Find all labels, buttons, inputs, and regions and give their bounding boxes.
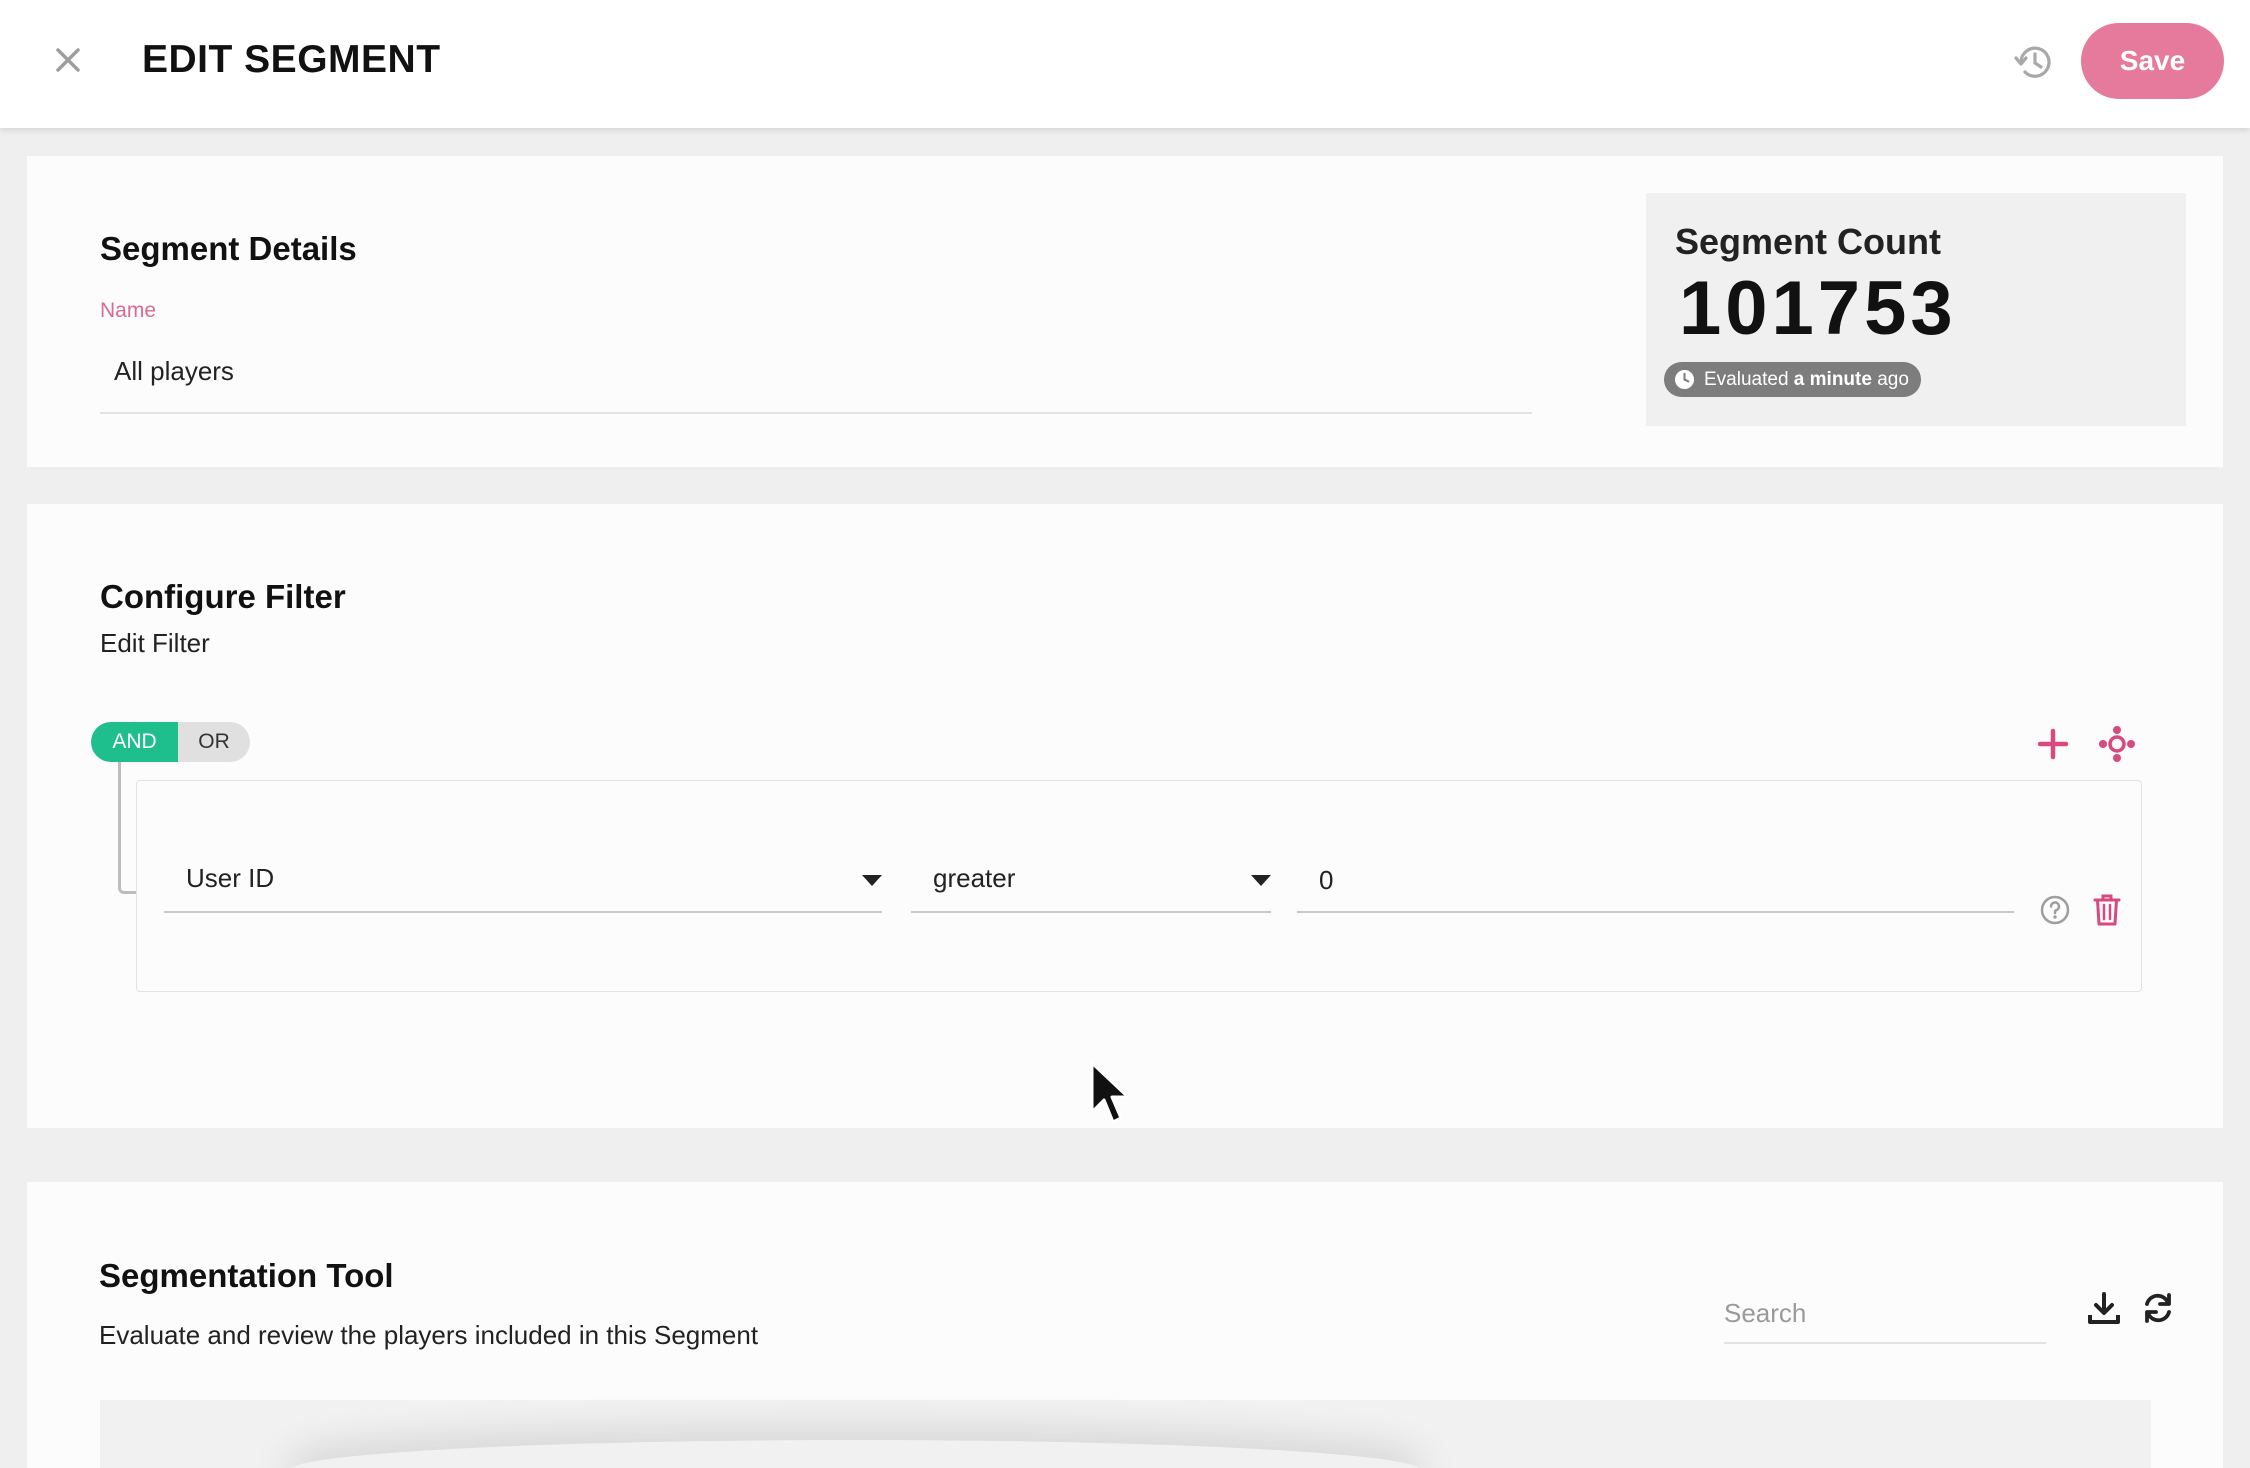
chevron-down-icon [862, 875, 882, 886]
download-button[interactable] [2082, 1286, 2126, 1330]
and-or-toggle: AND OR [91, 722, 250, 762]
evaluated-suffix: ago [1877, 369, 1909, 390]
evaluated-time: a minute [1793, 369, 1872, 390]
segmentation-tool-description: Evaluate and review the players included… [99, 1320, 759, 1350]
results-table-area [100, 1400, 2151, 1468]
group-nodes-icon [2099, 726, 2135, 762]
edit-filter-subtitle: Edit Filter [100, 628, 210, 658]
top-bar: EDIT SEGMENT Save [0, 0, 2250, 128]
add-rule-button[interactable] [2031, 722, 2075, 766]
mouse-cursor-icon [1090, 1061, 1130, 1124]
configure-filter-title: Configure Filter [100, 578, 346, 615]
page-title: EDIT SEGMENT [142, 38, 441, 81]
help-icon [2040, 895, 2070, 925]
close-icon [56, 48, 80, 72]
evaluated-prefix: Evaluated [1704, 369, 1789, 390]
chevron-down-icon [1251, 875, 1271, 886]
segment-details-card: Segment Details Name All players Segment… [27, 156, 2223, 467]
name-label: Name [100, 299, 157, 322]
segment-details-title: Segment Details [100, 230, 357, 267]
refresh-icon [2145, 1293, 2171, 1323]
configure-filter-card: Configure Filter Edit Filter AND OR User… [27, 504, 2223, 1128]
segment-count-label: Segment Count [1675, 221, 1941, 262]
rule-value-input[interactable] [1297, 849, 2014, 913]
download-icon [2088, 1292, 2120, 1324]
close-button[interactable] [48, 38, 88, 82]
segmentation-tool-card: Segmentation Tool Evaluate and review th… [27, 1182, 2223, 1468]
evaluated-badge: Evaluated a minute ago [1664, 362, 1921, 397]
search-input[interactable] [1724, 1284, 2046, 1344]
add-group-button[interactable] [2095, 722, 2139, 766]
and-toggle-button[interactable]: AND [91, 722, 178, 762]
plus-icon [2037, 728, 2069, 760]
rule-tree-connector [118, 762, 138, 894]
property-select[interactable]: User ID [164, 849, 882, 913]
name-input[interactable]: All players [114, 356, 234, 387]
or-toggle-button[interactable]: OR [178, 722, 250, 762]
refresh-button[interactable] [2136, 1286, 2180, 1330]
segment-count-value: 101753 [1679, 266, 1957, 351]
segmentation-tool-title: Segmentation Tool [99, 1257, 394, 1294]
segment-count-panel: Segment Count 101753 Evaluated a minute … [1646, 193, 2186, 426]
property-select-value: User ID [186, 863, 275, 893]
loading-placeholder [290, 1440, 1420, 1468]
operator-select[interactable]: greater [911, 849, 1271, 913]
trash-icon [2093, 894, 2121, 926]
operator-select-value: greater [933, 863, 1016, 893]
history-icon [2014, 46, 2051, 78]
save-button[interactable]: Save [2081, 23, 2224, 99]
filter-rule: User ID greater [136, 780, 2142, 992]
help-button[interactable] [2035, 890, 2075, 930]
history-button[interactable] [2008, 36, 2060, 88]
name-underline [100, 412, 1532, 414]
delete-rule-button[interactable] [2087, 890, 2127, 930]
clock-icon [1674, 369, 1695, 390]
